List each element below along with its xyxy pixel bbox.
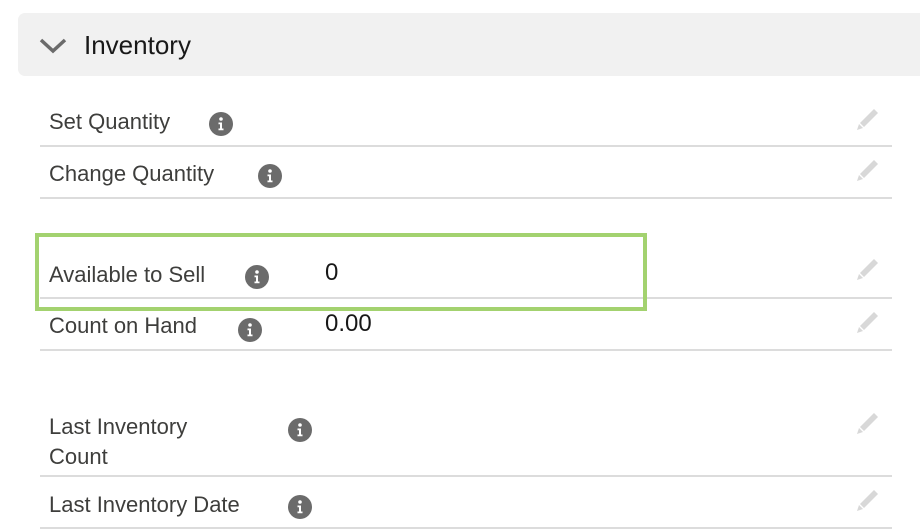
field-label: Last Inventory Date	[49, 492, 240, 517]
pencil-icon[interactable]	[852, 409, 882, 439]
field-row-change-quantity: Change Quantity	[40, 147, 892, 199]
chevron-down-icon[interactable]	[38, 36, 68, 56]
field-label: Available to Sell	[49, 262, 206, 287]
field-row-last-inventory-count: Last Inventory Count	[40, 400, 892, 477]
info-icon[interactable]	[209, 112, 233, 136]
section-title: Inventory	[84, 30, 191, 60]
info-icon[interactable]	[238, 318, 262, 342]
pencil-icon[interactable]	[852, 255, 882, 285]
field-value: 0.00	[325, 310, 372, 337]
field-row-available-to-sell: Available to Sell 0	[40, 240, 892, 299]
pencil-icon[interactable]	[852, 156, 882, 186]
field-label: Last Inventory Count	[49, 414, 188, 469]
info-icon[interactable]	[288, 495, 312, 519]
pencil-icon[interactable]	[852, 105, 882, 135]
field-label: Count on Hand	[49, 313, 197, 338]
pencil-icon[interactable]	[852, 308, 882, 338]
field-row-last-inventory-date: Last Inventory Date	[40, 477, 892, 529]
pencil-icon[interactable]	[852, 486, 882, 516]
field-row-set-quantity: Set Quantity	[40, 97, 892, 147]
field-label: Change Quantity	[49, 161, 215, 186]
field-label: Set Quantity	[49, 109, 171, 134]
field-value: 0	[325, 259, 339, 286]
field-row-count-on-hand: Count on Hand 0.00	[40, 299, 892, 351]
info-icon[interactable]	[245, 265, 269, 289]
info-icon[interactable]	[288, 418, 312, 442]
info-icon[interactable]	[258, 164, 282, 188]
